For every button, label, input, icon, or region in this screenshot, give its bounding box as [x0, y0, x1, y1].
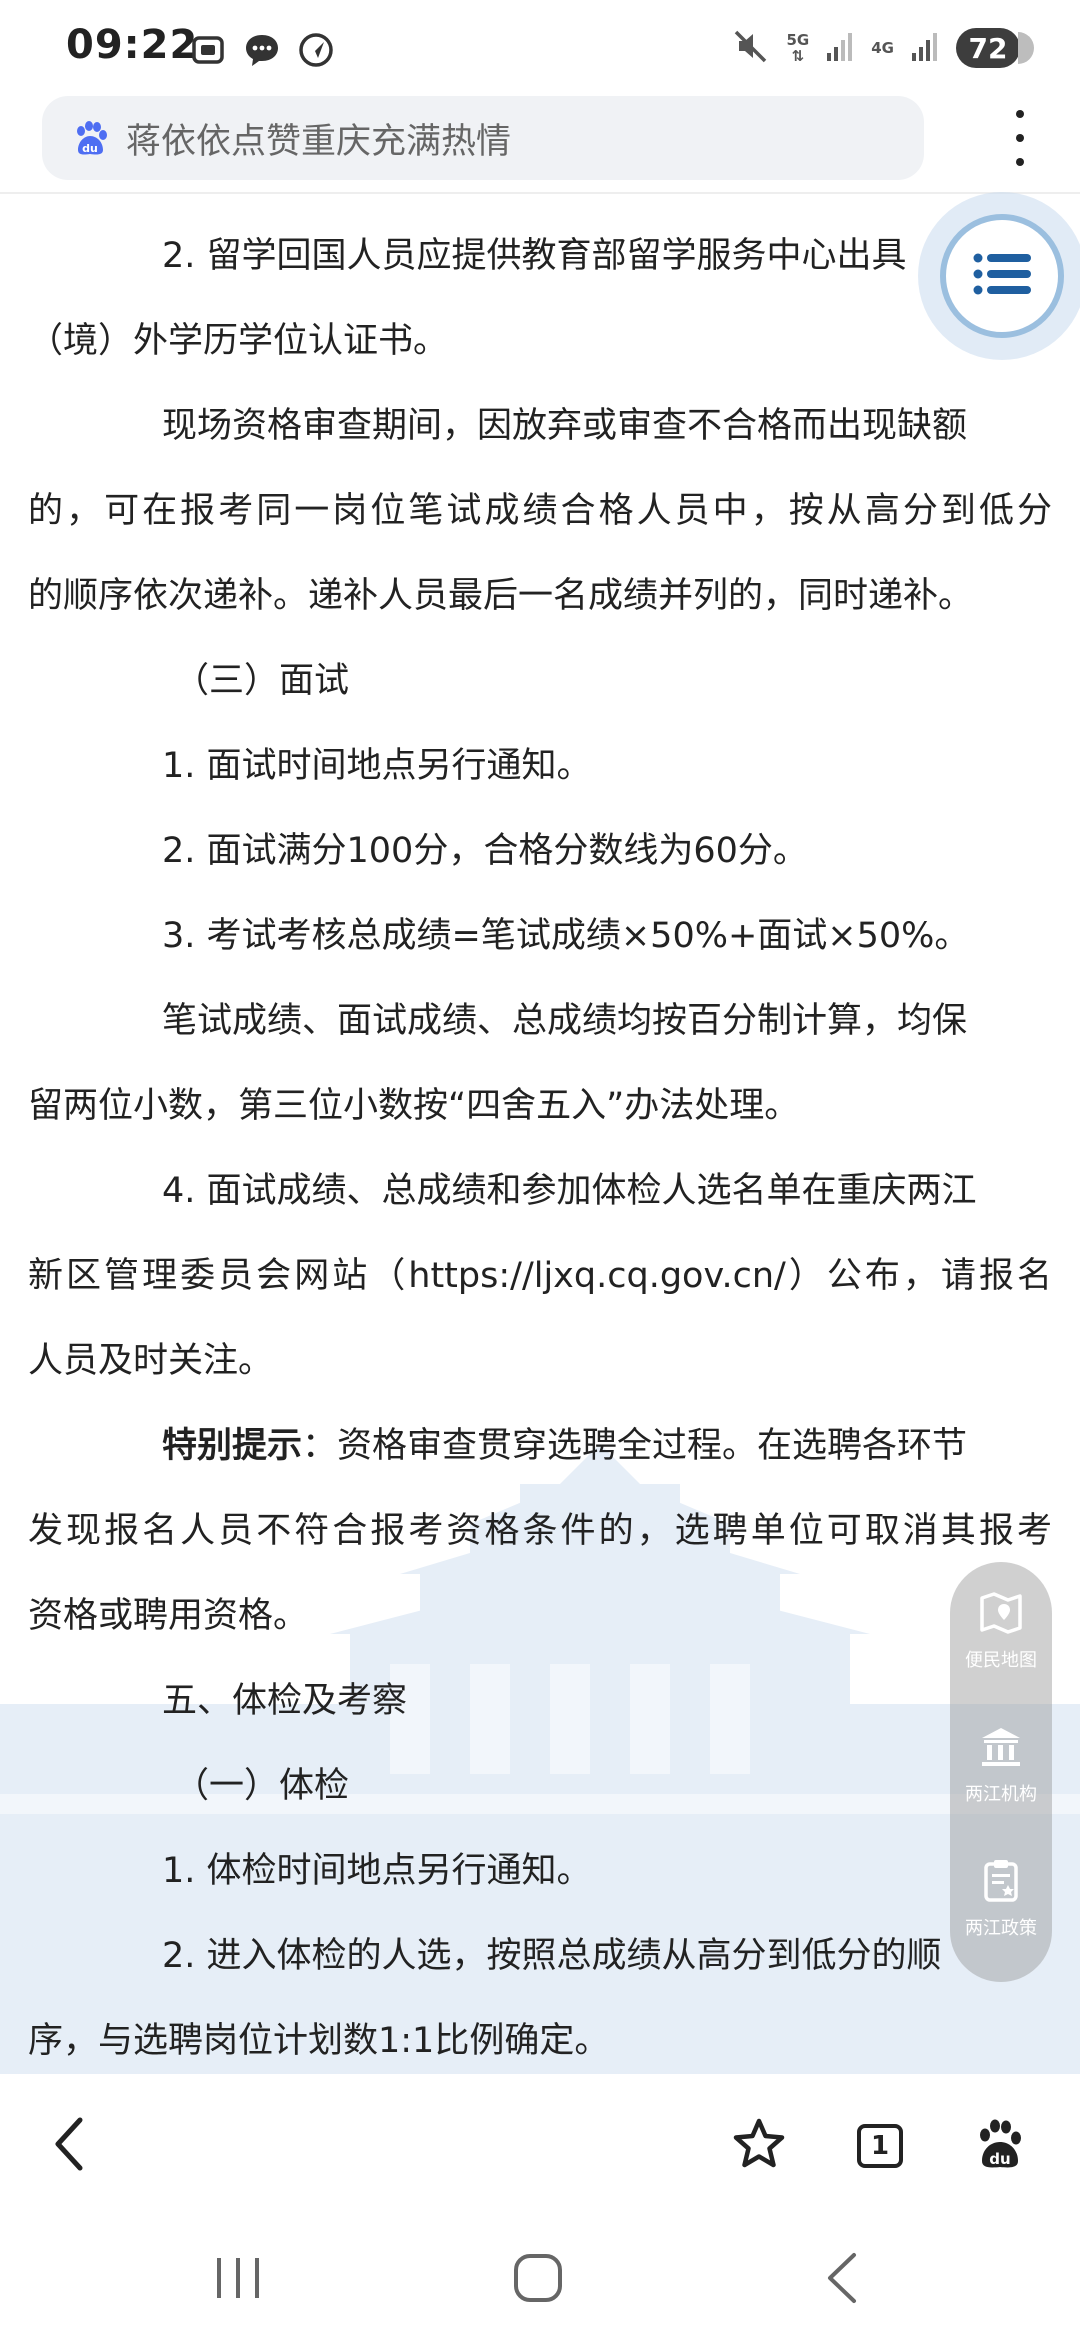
toc-button-inner [940, 214, 1064, 338]
mute-icon [731, 26, 771, 70]
side-shortcut-panel: 便民地图 两江机构 两江政策 [950, 1562, 1052, 1982]
side-item-policy[interactable]: 两江政策 [950, 1858, 1052, 1940]
address-bar: du 蒋依依点赞重庆充满热情 [0, 96, 1080, 192]
article-line: 1. 体检时间地点另行通知。 [162, 1851, 592, 1891]
special-notice-line: 特别提示：资格审查贯穿选聘全过程。在选聘各环节 [162, 1421, 967, 1471]
side-item-map[interactable]: 便民地图 [950, 1590, 1052, 1672]
article-line: 4. 面试成绩、总成绩和参加体检人选名单在重庆两江 [162, 1171, 977, 1211]
status-time: 09:22 [66, 22, 199, 68]
signal-icon-2 [910, 29, 940, 67]
baidu-logo-icon: du [70, 118, 110, 158]
toc-button[interactable] [918, 192, 1080, 360]
article-line: 发现报名人员不符合报考资格条件的，选聘单位可取消其报考 [28, 1511, 1052, 1551]
home-button[interactable] [508, 2252, 568, 2308]
article-line: 新区管理委员会网站（https://ljxq.cq.gov.cn/）公布，请报名 [28, 1256, 1052, 1296]
bookmark-button[interactable] [727, 2114, 791, 2178]
article-line: 1. 面试时间地点另行通知。 [162, 746, 592, 786]
article-line: 笔试成绩、面试成绩、总成绩均按百分制计算，均保 [162, 1001, 968, 1041]
recent-apps-icon [213, 2255, 263, 2305]
article-line: 2. 进入体检的人选，按照总成绩从高分到低分的顺 [162, 1936, 942, 1976]
side-item-label: 便民地图 [965, 1650, 1037, 1671]
recent-apps-button[interactable] [208, 2252, 268, 2308]
network-5g: 5G ⇅ [786, 31, 810, 65]
browser-toolbar: 1 du [0, 2084, 1080, 2208]
message-icon [242, 30, 282, 70]
network-4g: 4G [871, 39, 894, 57]
article-line: 2. 面试满分100分，合格分数线为60分。 [162, 831, 808, 871]
tabs-button[interactable]: 1 [848, 2114, 912, 2178]
article-line: 资格或聘用资格。 [28, 1596, 309, 1636]
article-subheading: （一）体检 [174, 1766, 350, 1806]
back-arrow-icon [822, 2251, 862, 2309]
article-line: 序，与选聘岗位计划数1:1比例确定。 [28, 2021, 610, 2061]
article-section-heading: 五、体检及考察 [162, 1681, 408, 1721]
side-item-institutions[interactable]: 两江机构 [950, 1724, 1052, 1806]
status-bar: 09:22 5G ⇅ 4G 72 [0, 0, 1080, 96]
status-right: 5G ⇅ 4G 72 [731, 26, 1034, 70]
map-icon [978, 1590, 1024, 1640]
home-icon [512, 2252, 564, 2308]
svg-text:du: du [82, 142, 98, 155]
article-line: 2. 留学回国人员应提供教育部留学服务中心出具 [162, 236, 907, 276]
back-button[interactable] [38, 2114, 102, 2178]
side-item-label: 两江政策 [965, 1918, 1037, 1939]
system-back-button[interactable] [812, 2252, 872, 2308]
policy-icon [978, 1858, 1024, 1908]
baidu-home-button[interactable]: du [968, 2114, 1032, 2178]
special-notice-label: 特别提示 [162, 1426, 303, 1466]
special-notice-text: ：资格审查贯穿选聘全过程。在选聘各环节 [302, 1426, 968, 1466]
article-line: 的，可在报考同一岗位笔试成绩合格人员中，按从高分到低分 [28, 491, 1052, 531]
article-line: 留两位小数，第三位小数按“四舍五入”办法处理。 [28, 1086, 800, 1126]
article-line: 人员及时关注。 [28, 1341, 274, 1381]
search-query: 蒋依依点赞重庆充满热情 [126, 121, 512, 162]
institution-icon [978, 1724, 1024, 1774]
article-line: 的顺序依次递补。递补人员最后一名成绩并列的，同时递补。 [28, 576, 974, 616]
article-line: （境）外学历学位认证书。 [28, 321, 449, 361]
article-line: 现场资格审查期间，因放弃或审查不合格而出现缺额 [162, 406, 968, 446]
star-icon [731, 2116, 787, 2176]
tab-count-badge: 1 [857, 2124, 903, 2168]
list-icon [973, 252, 1031, 300]
side-item-label: 两江机构 [965, 1784, 1037, 1805]
notification-icons [188, 30, 336, 70]
search-box[interactable]: du 蒋依依点赞重庆充满热情 [42, 96, 924, 180]
screenshot-icon [188, 30, 228, 70]
battery-indicator: 72 [956, 28, 1034, 68]
chevron-left-icon [50, 2116, 90, 2176]
article-line: 3. 考试考核总成绩=笔试成绩×50%+面试×50%。 [162, 916, 970, 956]
system-navigation-bar [0, 2208, 1080, 2340]
baidu-paw-icon: du [972, 2116, 1028, 2176]
navigation-app-icon [296, 30, 336, 70]
article-subheading: （三）面试 [174, 661, 350, 701]
signal-icon-1 [825, 29, 855, 67]
more-menu-icon[interactable] [1000, 110, 1040, 166]
svg-text:du: du [989, 2150, 1010, 2168]
data-arrows-icon: ⇅ [791, 47, 805, 65]
article-viewport[interactable]: 2. 留学回国人员应提供教育部留学服务中心出具 （境）外学历学位认证书。 现场资… [0, 194, 1080, 2084]
